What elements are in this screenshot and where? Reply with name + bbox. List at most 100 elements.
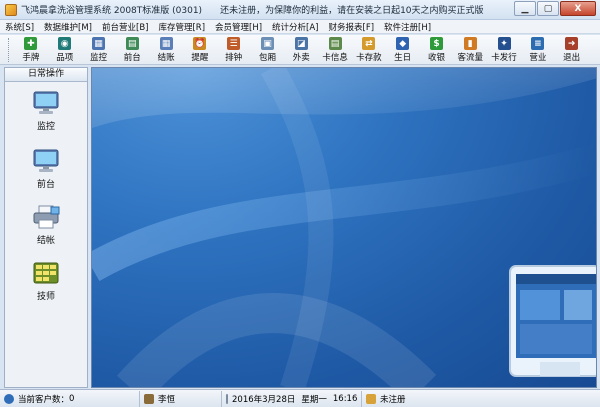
database-icon: ◉ xyxy=(58,37,72,50)
cart-icon: ◪ xyxy=(294,37,308,50)
card-transfer-icon: ⇄ xyxy=(362,37,376,50)
toolbar-button-label: 卡发行 xyxy=(491,53,517,63)
menu-system[interactable]: 系统[S] xyxy=(0,21,39,33)
toolbar-button-3[interactable]: ▤ 前台 xyxy=(115,35,149,64)
table-icon: ▤ xyxy=(125,37,139,50)
menu-statistics[interactable]: 统计分析[A] xyxy=(267,21,323,33)
status-weekday: 星期一 xyxy=(301,394,327,405)
left-item-label: 前台 xyxy=(36,180,55,190)
status-bar: 当前客户数： 0 李恒 2016年3月28日 星期一 16:16 未注册 xyxy=(0,389,600,407)
status-user: 李恒 xyxy=(140,390,222,407)
toolbar-button-label: 客流量 xyxy=(457,53,484,63)
toolbar-button-1[interactable]: ◉ 品项 xyxy=(48,35,82,64)
maximize-button[interactable]: ▢ xyxy=(537,1,559,16)
wallpaper-swooshes xyxy=(92,68,596,387)
left-item-label: 监控 xyxy=(36,122,55,132)
toolbar-buttons: ✚ 手牌 ◉ 品项 ▦ 监控 ▤ 前台 ▦ 结账 ⏰ 提醒 ☰ 排钟 ▣ 包厢 ◪ 外卖 ▤ 卡信息 ⇄ 卡存款 ◆ 生日 $ 收… xyxy=(14,35,589,64)
toolbar-button-0[interactable]: ✚ 手牌 xyxy=(14,35,48,64)
status-date: 2016年3月28日 xyxy=(232,394,296,405)
toolbar-button-8[interactable]: ◪ 外卖 xyxy=(284,35,318,64)
toolbar-button-7[interactable]: ▣ 包厢 xyxy=(251,35,285,64)
title-bar: 飞鸿晨拿洗浴管理系统 2008T标准版 (0301) 还未注册，为保障你的利益，… xyxy=(0,0,600,20)
calendar-icon xyxy=(226,393,228,404)
close-button[interactable]: X xyxy=(560,1,596,16)
status-time: 16:16 xyxy=(332,393,358,404)
toolbar-button-10[interactable]: ⇄ 卡存款 xyxy=(352,35,386,64)
toolbar-button-16[interactable]: ➜ 退出 xyxy=(555,35,589,64)
room-icon: ▣ xyxy=(260,37,274,50)
menu-bar: 系统[S] 数据维护[M] 前台营业[B] 库存管理[R] 会员管理[H] 统计… xyxy=(0,20,600,34)
menu-membership[interactable]: 会员管理[H] xyxy=(210,21,267,33)
monitor-icon xyxy=(33,149,59,172)
grid-icon: ▦ xyxy=(159,37,173,50)
toolbar-button-4[interactable]: ▦ 结账 xyxy=(149,35,183,64)
toolbar-button-label: 包厢 xyxy=(258,53,276,63)
user-icon xyxy=(144,393,154,404)
minimize-button[interactable]: ▁ xyxy=(514,1,536,16)
toolbar-button-2[interactable]: ▦ 监控 xyxy=(82,35,116,64)
alarm-icon: ⏰ xyxy=(193,37,207,50)
monitor-grid-icon: ▦ xyxy=(91,37,105,50)
toolbar-grip[interactable] xyxy=(8,38,11,62)
menu-data-maintenance[interactable]: 数据维护[M] xyxy=(39,21,97,33)
menu-front-desk[interactable]: 前台营业[B] xyxy=(97,21,153,33)
exit-door-icon: ➜ xyxy=(565,37,579,50)
toolbar-button-label: 外卖 xyxy=(292,53,310,63)
left-item-technician[interactable]: 技师 xyxy=(5,260,87,316)
runner-icon: ✦ xyxy=(497,37,511,50)
app-icon xyxy=(5,3,17,16)
toolbar-button-label: 收银 xyxy=(427,53,445,63)
toolbar-button-15[interactable]: ≡ 营业 xyxy=(521,35,555,64)
window-title: 飞鸿晨拿洗浴管理系统 2008T标准版 (0301) xyxy=(21,6,203,16)
toolbar: ✚ 手牌 ◉ 品项 ▦ 监控 ▤ 前台 ▦ 结账 ⏰ 提醒 ☰ 排钟 ▣ 包厢 ◪ 外卖 ▤ 卡信息 ⇄ 卡存款 ◆ 生日 $ 收… xyxy=(0,35,600,65)
left-item-checkout[interactable]: 结帐 xyxy=(5,204,87,260)
monitor-icon xyxy=(33,91,59,114)
menu-software-registration[interactable]: 软件注册[H] xyxy=(379,21,436,33)
toolbar-button-12[interactable]: $ 收银 xyxy=(420,35,454,64)
toolbar-button-11[interactable]: ◆ 生日 xyxy=(386,35,420,64)
toolbar-button-9[interactable]: ▤ 卡信息 xyxy=(318,35,352,64)
toolbar-button-label: 结账 xyxy=(157,53,175,63)
status-registration: 未注册 xyxy=(362,391,442,407)
status-customers-value: 0 xyxy=(69,393,75,404)
left-item-label: 技师 xyxy=(36,292,55,302)
status-customers: 当前客户数： 0 xyxy=(0,390,140,407)
list-icon: ☰ xyxy=(227,37,241,50)
left-item-monitor[interactable]: 监控 xyxy=(5,90,87,146)
toolbar-button-label: 前台 xyxy=(123,53,141,63)
toolbar-button-6[interactable]: ☰ 排钟 xyxy=(217,35,251,64)
sliders-icon: ≡ xyxy=(531,37,545,50)
toolbar-button-label: 品项 xyxy=(56,53,74,63)
toolbar-button-label: 卡信息 xyxy=(322,53,348,63)
plus-icon: ✚ xyxy=(24,37,38,50)
left-item-front-desk[interactable]: 前台 xyxy=(5,148,87,204)
dollar-icon: $ xyxy=(429,37,443,50)
toolbar-button-label: 监控 xyxy=(89,53,107,63)
window-controls: ▁ ▢ X xyxy=(513,1,596,16)
toolbar-button-13[interactable]: ▮ 客流量 xyxy=(453,35,487,64)
toolbar-button-14[interactable]: ✦ 卡发行 xyxy=(487,35,521,64)
status-customers-label: 当前客户数： xyxy=(18,394,70,405)
left-item-label: 结帐 xyxy=(36,236,55,246)
menu-financial-reports[interactable]: 财务报表[F] xyxy=(324,21,380,33)
menu-inventory[interactable]: 库存管理[R] xyxy=(153,21,210,33)
toolbar-button-label: 排钟 xyxy=(225,53,243,63)
home-icon xyxy=(366,393,376,404)
status-registration-text: 未注册 xyxy=(380,394,406,405)
toolbar-button-label: 退出 xyxy=(563,53,581,63)
registration-notice: 还未注册，为保障你的利益，请在安装之日起10天之内购买正式版 xyxy=(220,6,484,16)
toolbar-button-label: 生日 xyxy=(394,53,412,63)
toolbar-button-label: 卡存款 xyxy=(356,53,382,63)
status-user-name: 李恒 xyxy=(158,394,176,405)
card-icon: ▤ xyxy=(328,37,342,50)
toolbar-button-label: 提醒 xyxy=(191,53,209,63)
bar-chart-icon: ▮ xyxy=(463,37,477,50)
toolbar-button-5[interactable]: ⏰ 提醒 xyxy=(183,35,217,64)
printer-icon xyxy=(33,205,60,229)
technician-board-icon xyxy=(33,262,59,284)
status-datetime: 2016年3月28日 星期一 16:16 xyxy=(222,390,362,407)
left-panel-header: 日常操作 xyxy=(5,68,87,82)
toolbar-button-label: 手牌 xyxy=(22,53,40,63)
gift-icon: ◆ xyxy=(396,37,410,50)
workspace-background xyxy=(91,67,597,388)
